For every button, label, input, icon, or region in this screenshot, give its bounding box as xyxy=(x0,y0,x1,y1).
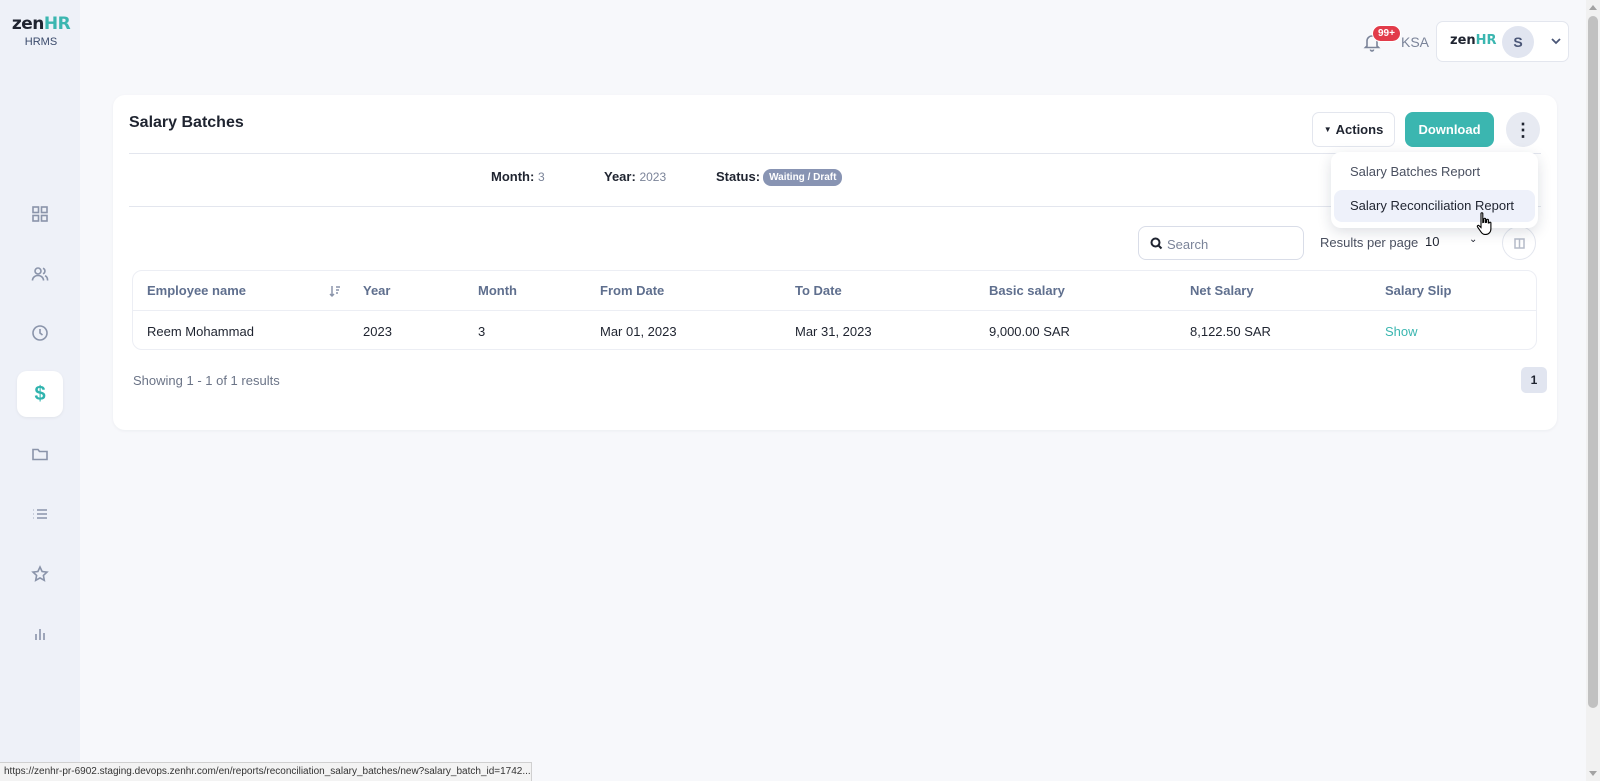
pagination-summary: Showing 1 - 1 of 1 results xyxy=(133,373,280,388)
meta-year: Year: 2023 xyxy=(604,169,667,184)
clock-icon xyxy=(32,325,48,341)
org-logo: zenHR xyxy=(1450,33,1497,48)
cell-to-date: Mar 31, 2023 xyxy=(795,324,872,339)
profile-menu[interactable]: zenHR S xyxy=(1436,21,1569,62)
notification-count-badge: 99+ xyxy=(1372,25,1401,42)
folder-icon xyxy=(32,448,48,461)
cell-month: 3 xyxy=(478,324,486,339)
actions-button[interactable]: ▼ Actions xyxy=(1312,112,1395,147)
app-logo[interactable]: zenHR HRMS xyxy=(10,14,72,48)
meta-month: Month: 3 xyxy=(491,169,545,184)
sort-icon[interactable] xyxy=(328,284,342,298)
column-header-year[interactable]: Year xyxy=(363,271,390,311)
meta-status: Status: Waiting / Draft xyxy=(716,169,843,186)
more-options-menu: Salary Batches Report Salary Reconciliat… xyxy=(1331,152,1538,228)
page-title: Salary Batches xyxy=(129,114,244,131)
bar-chart-icon xyxy=(35,629,45,640)
cell-year: 2023 xyxy=(363,324,392,339)
salary-batches-card: Salary Batches ▼ Actions Download ⋮ Mont… xyxy=(113,95,1557,430)
scroll-up-arrow-icon[interactable] xyxy=(1589,5,1597,10)
logo-subtitle: HRMS xyxy=(24,36,58,48)
star-icon xyxy=(31,565,49,582)
column-header-employee-name[interactable]: Employee name xyxy=(147,271,246,311)
sidebar-item-favorites[interactable] xyxy=(17,551,63,597)
cell-from-date: Mar 01, 2023 xyxy=(600,324,677,339)
column-header-basic-salary[interactable]: Basic salary xyxy=(989,271,1065,311)
table-header: Employee name Year Month From Date To Da… xyxy=(133,271,1536,311)
sidebar-item-reports[interactable] xyxy=(17,611,63,657)
column-header-to-date[interactable]: To Date xyxy=(795,271,842,311)
list-icon xyxy=(33,509,47,519)
sidebar-item-documents[interactable] xyxy=(17,431,63,477)
status-badge: Waiting / Draft xyxy=(763,169,843,186)
results-per-page-value: 10 xyxy=(1425,234,1440,249)
caret-down-icon: ▼ xyxy=(1323,125,1332,134)
country-selector[interactable]: KSA xyxy=(1401,34,1429,50)
column-header-salary-slip[interactable]: Salary Slip xyxy=(1385,271,1451,311)
salary-slip-show-link[interactable]: Show xyxy=(1385,312,1418,349)
cell-employee-name: Reem Mohammad xyxy=(147,324,254,339)
results-per-page-label: Results per page xyxy=(1320,235,1419,250)
users-icon xyxy=(31,267,49,281)
menu-item-salary-reconciliation-report[interactable]: Salary Reconciliation Report xyxy=(1334,190,1535,222)
column-header-month[interactable]: Month xyxy=(478,271,517,311)
table-row: Reem Mohammad 2023 3 Mar 01, 2023 Mar 31… xyxy=(133,312,1536,349)
kebab-icon: ⋮ xyxy=(1514,119,1532,140)
sidebar-item-attendance[interactable] xyxy=(17,310,63,356)
menu-item-salary-batches-report[interactable]: Salary Batches Report xyxy=(1334,156,1535,188)
columns-icon xyxy=(1513,237,1525,249)
sidebar-item-dashboard[interactable] xyxy=(17,191,63,237)
logo-brand: zenHR xyxy=(11,14,71,34)
divider xyxy=(129,206,1541,207)
sidebar-item-payroll[interactable]: $ xyxy=(17,371,63,417)
dollar-icon: $ xyxy=(34,382,46,405)
browser-status-url: https://zenhr-pr-6902.staging.devops.zen… xyxy=(0,762,532,781)
divider xyxy=(129,153,1541,154)
sidebar-item-lists[interactable] xyxy=(17,491,63,537)
chevron-down-icon xyxy=(1549,34,1563,48)
cell-basic-salary: 9,000.00 SAR xyxy=(989,324,1070,339)
scrollbar-thumb[interactable] xyxy=(1588,16,1598,708)
actions-label: Actions xyxy=(1335,122,1384,137)
column-settings-button[interactable] xyxy=(1502,226,1536,260)
column-header-from-date[interactable]: From Date xyxy=(600,271,664,311)
search-box[interactable] xyxy=(1138,226,1304,260)
more-options-button[interactable]: ⋮ xyxy=(1506,112,1540,147)
search-input[interactable] xyxy=(1167,233,1297,255)
sidebar-item-employees[interactable] xyxy=(17,251,63,297)
column-header-net-salary[interactable]: Net Salary xyxy=(1190,271,1254,311)
sidebar: zenHR HRMS $ xyxy=(0,0,80,781)
hand-cursor-icon xyxy=(1476,212,1492,235)
cell-net-salary: 8,122.50 SAR xyxy=(1190,324,1271,339)
download-button[interactable]: Download xyxy=(1405,112,1494,147)
search-icon xyxy=(1150,237,1163,250)
grid-icon xyxy=(32,206,48,222)
salary-table: Employee name Year Month From Date To Da… xyxy=(132,270,1537,350)
vertical-scrollbar[interactable] xyxy=(1586,0,1600,781)
pagination-page-1[interactable]: 1 xyxy=(1521,367,1547,393)
avatar: S xyxy=(1502,26,1534,58)
scroll-down-arrow-icon[interactable] xyxy=(1589,771,1597,776)
